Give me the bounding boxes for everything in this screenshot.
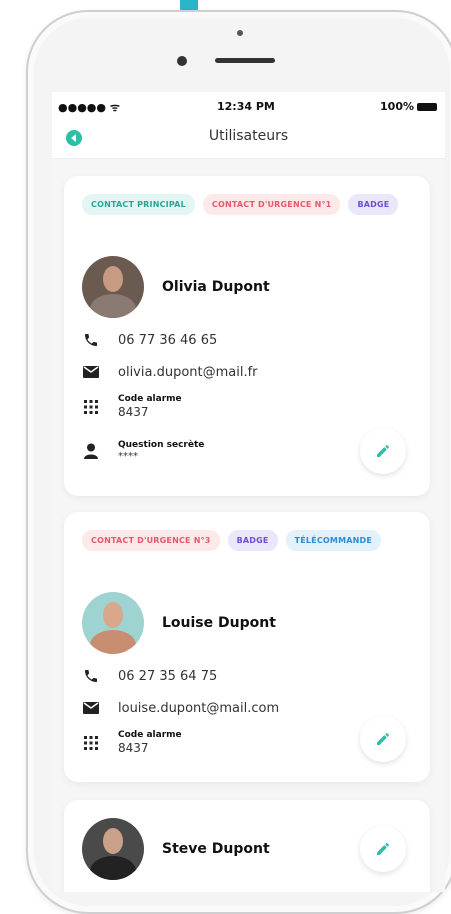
signal-indicator: ●●●●● ᯤ <box>58 101 120 114</box>
tag-remote-control: TÉLÉCOMMANDE <box>285 530 382 551</box>
user-name: Steve Dupont <box>162 841 270 857</box>
user-icon <box>82 443 100 459</box>
phone-icon <box>82 668 100 684</box>
avatar <box>82 256 144 318</box>
user-card-olivia[interactable]: CONTACT PRINCIPAL CONTACT D'URGENCE N°1 … <box>64 176 430 496</box>
mail-icon <box>82 700 100 716</box>
email-address: louise.dupont@mail.com <box>118 700 280 716</box>
tag-list: CONTACT PRINCIPAL CONTACT D'URGENCE N°1 … <box>82 194 412 215</box>
edit-button[interactable] <box>360 716 406 762</box>
tag-primary-contact: CONTACT PRINCIPAL <box>82 194 195 215</box>
email-row[interactable]: louise.dupont@mail.com <box>82 700 279 716</box>
tag-emergency-contact: CONTACT D'URGENCE N°1 <box>202 194 341 215</box>
user-card-steve[interactable]: Steve Dupont <box>64 800 430 892</box>
status-time: 12:34 PM <box>217 100 275 113</box>
alarm-code-value: 8437 <box>118 405 149 419</box>
battery-icon <box>417 102 437 111</box>
secret-question-row: Question secrète **** <box>82 440 204 462</box>
alarm-code-label: Code alarme <box>118 730 182 740</box>
tag-badge: BADGE <box>348 194 399 215</box>
app-screen: ●●●●● ᯤ 12:34 PM 100% Utilisateurs CONTA… <box>52 92 445 892</box>
camera-lens <box>177 56 187 66</box>
pencil-icon <box>377 843 389 855</box>
user-name: Olivia Dupont <box>162 279 270 295</box>
user-card-louise[interactable]: CONTACT D'URGENCE N°3 BADGE TÉLÉCOMMANDE… <box>64 512 430 782</box>
tag-badge: BADGE <box>227 530 278 551</box>
user-header: Steve Dupont <box>82 818 270 880</box>
avatar <box>82 818 144 880</box>
edit-button[interactable] <box>360 428 406 474</box>
status-bar: ●●●●● ᯤ 12:34 PM 100% <box>52 92 445 124</box>
alarm-code-label: Code alarme <box>118 394 182 404</box>
user-header: Louise Dupont <box>82 592 276 654</box>
alarm-code-value: 8437 <box>118 741 149 755</box>
phone-row[interactable]: 06 27 35 64 75 <box>82 668 217 684</box>
earpiece-speaker <box>215 58 275 63</box>
keypad-icon <box>82 735 100 751</box>
phone-number: 06 27 35 64 75 <box>118 668 218 684</box>
secret-question-label: Question secrète <box>118 440 205 450</box>
mail-icon <box>82 364 100 380</box>
pencil-icon <box>377 733 389 745</box>
edit-button[interactable] <box>360 826 406 872</box>
tag-list: CONTACT D'URGENCE N°3 BADGE TÉLÉCOMMANDE <box>82 530 412 551</box>
phone-row[interactable]: 06 77 36 46 65 <box>82 332 217 348</box>
nav-bar: Utilisateurs <box>52 124 445 159</box>
battery-percent: 100% <box>380 100 414 113</box>
alarm-code-row: Code alarme 8437 <box>82 394 182 419</box>
tag-emergency-contact: CONTACT D'URGENCE N°3 <box>82 530 220 551</box>
phone-number: 06 77 36 46 65 <box>118 332 218 348</box>
battery-indicator: 100% <box>380 100 437 113</box>
alarm-code-row: Code alarme 8437 <box>82 730 182 755</box>
email-address: olivia.dupont@mail.fr <box>118 364 258 380</box>
user-header: Olivia Dupont <box>82 256 270 318</box>
front-camera <box>237 30 243 36</box>
keypad-icon <box>82 399 100 415</box>
page-title: Utilisateurs <box>208 128 289 144</box>
avatar <box>82 592 144 654</box>
secret-question-value: **** <box>118 451 138 462</box>
phone-icon <box>82 332 100 348</box>
email-row[interactable]: olivia.dupont@mail.fr <box>82 364 258 380</box>
user-name: Louise Dupont <box>162 615 276 631</box>
pencil-icon <box>377 445 389 457</box>
